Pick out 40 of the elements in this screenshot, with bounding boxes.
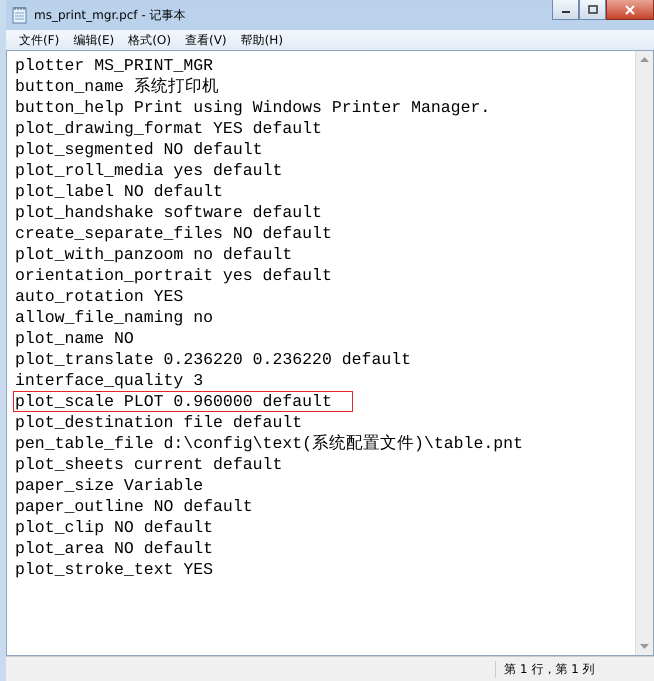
text-line: plotter MS_PRINT_MGR <box>14 55 214 76</box>
text-line: plot_area NO default <box>14 538 214 559</box>
menu-item[interactable]: 查看(V) <box>178 32 234 48</box>
text-line: plot_name NO <box>14 328 135 349</box>
text-line: plot_clip NO default <box>14 517 214 538</box>
text-line: plot_drawing_format YES default <box>14 118 323 139</box>
text-line: plot_segmented NO default <box>14 139 264 160</box>
notepad-icon <box>12 6 28 24</box>
text-line: plot_destination file default <box>14 412 304 433</box>
text-line: plot_handshake software default <box>14 202 323 223</box>
menu-item[interactable]: 编辑(E) <box>66 32 122 48</box>
close-icon <box>624 4 636 14</box>
scroll-up-icon <box>640 57 649 62</box>
minimize-button[interactable] <box>552 0 579 20</box>
text-line: plot_with_panzoom no default <box>14 244 294 265</box>
text-line: plot_translate 0.236220 0.236220 default <box>14 349 412 370</box>
scroll-down-icon <box>640 644 649 649</box>
close-button[interactable] <box>606 0 654 20</box>
text-line: paper_outline NO default <box>14 496 254 517</box>
menu-item[interactable]: 格式(O) <box>121 32 178 48</box>
text-line: paper_size Variable <box>14 475 204 496</box>
maximize-button[interactable] <box>579 0 606 20</box>
text-line: auto_rotation YES <box>14 286 184 307</box>
text-line: allow_file_naming no <box>14 307 214 328</box>
text-line: create_separate_files NO default <box>14 223 333 244</box>
text-line: plot_label NO default <box>14 181 224 202</box>
text-line: plot_stroke_text YES <box>14 559 214 580</box>
text-line: orientation_portrait yes default <box>14 265 333 286</box>
text-line: button_help Print using Windows Printer Manager. <box>14 97 492 118</box>
window-title: ms_print_mgr.pcf - 记事本 <box>34 6 186 24</box>
text-line: pen_table_file d:\config\text(系统配置文件)\table.pnt <box>14 433 524 454</box>
maximize-icon <box>588 5 598 14</box>
cursor-position: 第 1 行，第 1 列 <box>495 660 654 678</box>
text-line: button_name 系统打印机 <box>14 76 220 97</box>
scrollbar[interactable] <box>635 51 653 655</box>
text-line: interface_quality 3 <box>14 370 204 391</box>
menu-item[interactable]: 文件(F) <box>12 32 66 48</box>
text-line: plot_roll_media yes default <box>14 160 284 181</box>
text-line: plot_sheets current default <box>14 454 284 475</box>
menu-item[interactable]: 帮助(H) <box>234 32 290 48</box>
